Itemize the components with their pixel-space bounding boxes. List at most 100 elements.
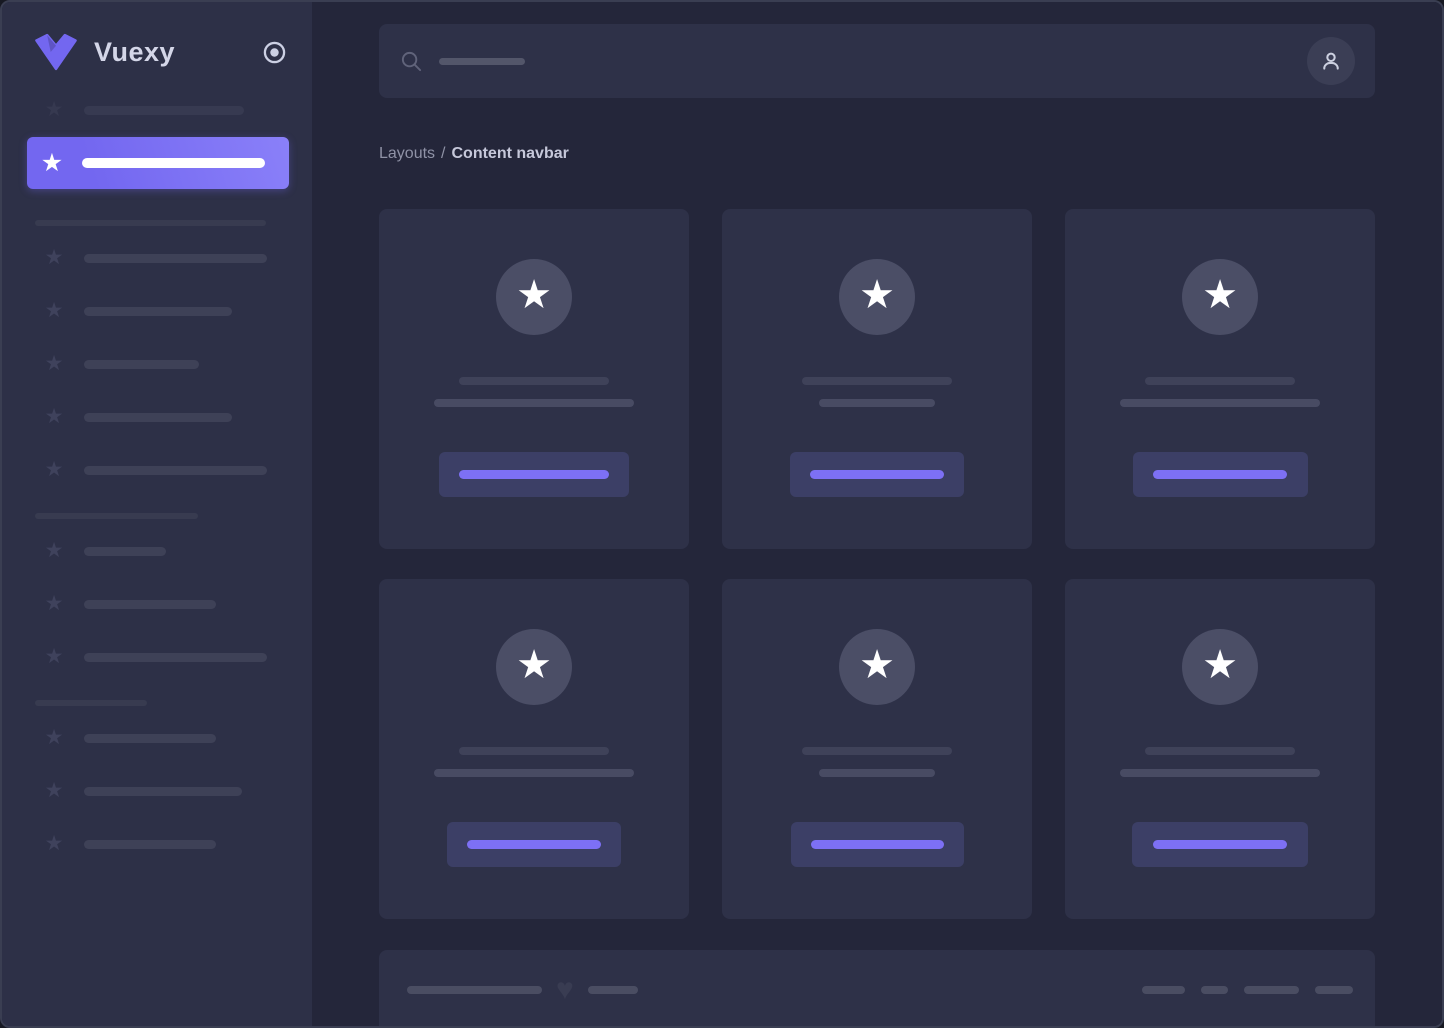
breadcrumb-current: Content navbar	[452, 145, 569, 162]
vuexy-logo-icon	[33, 32, 79, 72]
sidebar-item[interactable]: ★	[42, 592, 288, 616]
star-icon: ★	[42, 726, 66, 750]
sidebar-item-skeleton-label	[84, 734, 216, 743]
sidebar-item-skeleton-label	[84, 547, 166, 556]
card-skeleton-subtitle	[434, 769, 634, 777]
sidebar-item-skeleton-label	[84, 600, 216, 609]
sidebar-item-skeleton-label	[84, 466, 267, 475]
star-avatar: ★	[496, 629, 572, 705]
star-avatar: ★	[839, 259, 915, 335]
search-placeholder-skeleton	[439, 58, 525, 65]
sidebar-section-divider	[35, 700, 147, 706]
breadcrumb: Layouts / Content navbar	[379, 145, 1375, 165]
sidebar: Vuexy ★ ★ ★ ★ ★ ★ ★ ★ ★ ★ ★ ★ ★	[2, 2, 312, 1026]
card-skeleton-title	[459, 377, 609, 385]
star-icon: ★	[1202, 645, 1238, 685]
star-icon: ★	[42, 539, 66, 563]
star-icon: ★	[42, 832, 66, 856]
sidebar-item-skeleton-label	[84, 307, 232, 316]
sidebar-item-skeleton-label	[84, 787, 242, 796]
card-skeleton-subtitle	[1120, 769, 1320, 777]
app-window: Vuexy ★ ★ ★ ★ ★ ★ ★ ★ ★ ★ ★ ★ ★	[0, 0, 1444, 1028]
sidebar-item[interactable]: ★	[42, 832, 288, 856]
star-icon: ★	[1202, 275, 1238, 315]
star-avatar: ★	[839, 629, 915, 705]
sidebar-item[interactable]: ★	[42, 405, 288, 429]
sidebar-item[interactable]: ★	[42, 645, 288, 669]
card-button[interactable]	[791, 822, 964, 867]
brand-title: Vuexy	[94, 37, 175, 68]
sidebar-section-divider	[35, 220, 266, 226]
star-icon: ★	[516, 275, 552, 315]
breadcrumb-separator: /	[441, 145, 445, 162]
card-skeleton-title	[459, 747, 609, 755]
sidebar-item[interactable]: ★	[42, 726, 288, 750]
top-navbar	[379, 24, 1375, 98]
card-button[interactable]	[447, 822, 621, 867]
star-avatar: ★	[496, 259, 572, 335]
star-icon: ★	[42, 779, 66, 803]
card-button[interactable]	[1132, 822, 1308, 867]
star-icon: ★	[40, 151, 64, 175]
sidebar-item[interactable]: ★	[42, 539, 288, 563]
button-skeleton-label	[467, 840, 601, 849]
content-card: ★	[1065, 579, 1375, 919]
star-icon: ★	[42, 352, 66, 376]
card-skeleton-subtitle	[819, 769, 935, 777]
content-card: ★	[379, 209, 689, 549]
card-skeleton-subtitle	[434, 399, 634, 407]
card-button[interactable]	[790, 452, 964, 497]
skeleton-bar	[407, 986, 542, 994]
search-input[interactable]	[400, 50, 1307, 73]
radio-circle-icon[interactable]	[263, 41, 286, 64]
star-icon: ★	[859, 645, 895, 685]
footer-right-group	[1142, 986, 1353, 994]
sidebar-item[interactable]: ★	[42, 779, 288, 803]
heart-icon[interactable]: ♥	[556, 976, 574, 1004]
star-icon: ★	[516, 645, 552, 685]
card-skeleton-title	[802, 747, 952, 755]
button-skeleton-label	[811, 840, 944, 849]
star-icon: ★	[42, 592, 66, 616]
content-card: ★	[722, 209, 1032, 549]
sidebar-nav: ★ ★ ★ ★ ★ ★ ★ ★ ★ ★ ★ ★ ★	[2, 98, 312, 856]
star-icon: ★	[42, 458, 66, 482]
card-skeleton-subtitle	[1120, 399, 1320, 407]
star-icon: ★	[42, 299, 66, 323]
skeleton-bar	[1244, 986, 1299, 994]
sidebar-item[interactable]: ★	[42, 246, 288, 270]
card-button[interactable]	[1133, 452, 1308, 497]
footer-left-group: ♥	[407, 976, 638, 1004]
content-card: ★	[722, 579, 1032, 919]
sidebar-header: Vuexy	[2, 2, 312, 72]
star-icon: ★	[42, 98, 66, 122]
card-button[interactable]	[439, 452, 629, 497]
star-icon: ★	[42, 246, 66, 270]
card-grid: ★ ★ ★ ★ ★ ★	[379, 209, 1375, 919]
star-avatar: ★	[1182, 259, 1258, 335]
star-icon: ★	[42, 405, 66, 429]
content-card: ★	[1065, 209, 1375, 549]
content-card: ★	[379, 579, 689, 919]
button-skeleton-label	[1153, 840, 1287, 849]
card-skeleton-title	[1145, 377, 1295, 385]
user-avatar[interactable]	[1307, 37, 1355, 85]
skeleton-bar	[1315, 986, 1353, 994]
sidebar-item-skeleton-label	[84, 413, 232, 422]
sidebar-item[interactable]: ★	[42, 299, 288, 323]
button-skeleton-label	[810, 470, 944, 479]
star-avatar: ★	[1182, 629, 1258, 705]
card-skeleton-title	[802, 377, 952, 385]
sidebar-item[interactable]: ★	[42, 458, 288, 482]
button-skeleton-label	[1153, 470, 1287, 479]
sidebar-item-skeleton-label	[84, 653, 267, 662]
breadcrumb-parent[interactable]: Layouts	[379, 145, 435, 162]
sidebar-item[interactable]: ★	[42, 352, 288, 376]
star-icon: ★	[42, 645, 66, 669]
card-skeleton-subtitle	[819, 399, 935, 407]
sidebar-item-active[interactable]: ★	[27, 137, 289, 189]
card-skeleton-title	[1145, 747, 1295, 755]
sidebar-item[interactable]: ★	[42, 98, 288, 122]
star-icon: ★	[859, 275, 895, 315]
sidebar-item-skeleton-label	[84, 254, 267, 263]
